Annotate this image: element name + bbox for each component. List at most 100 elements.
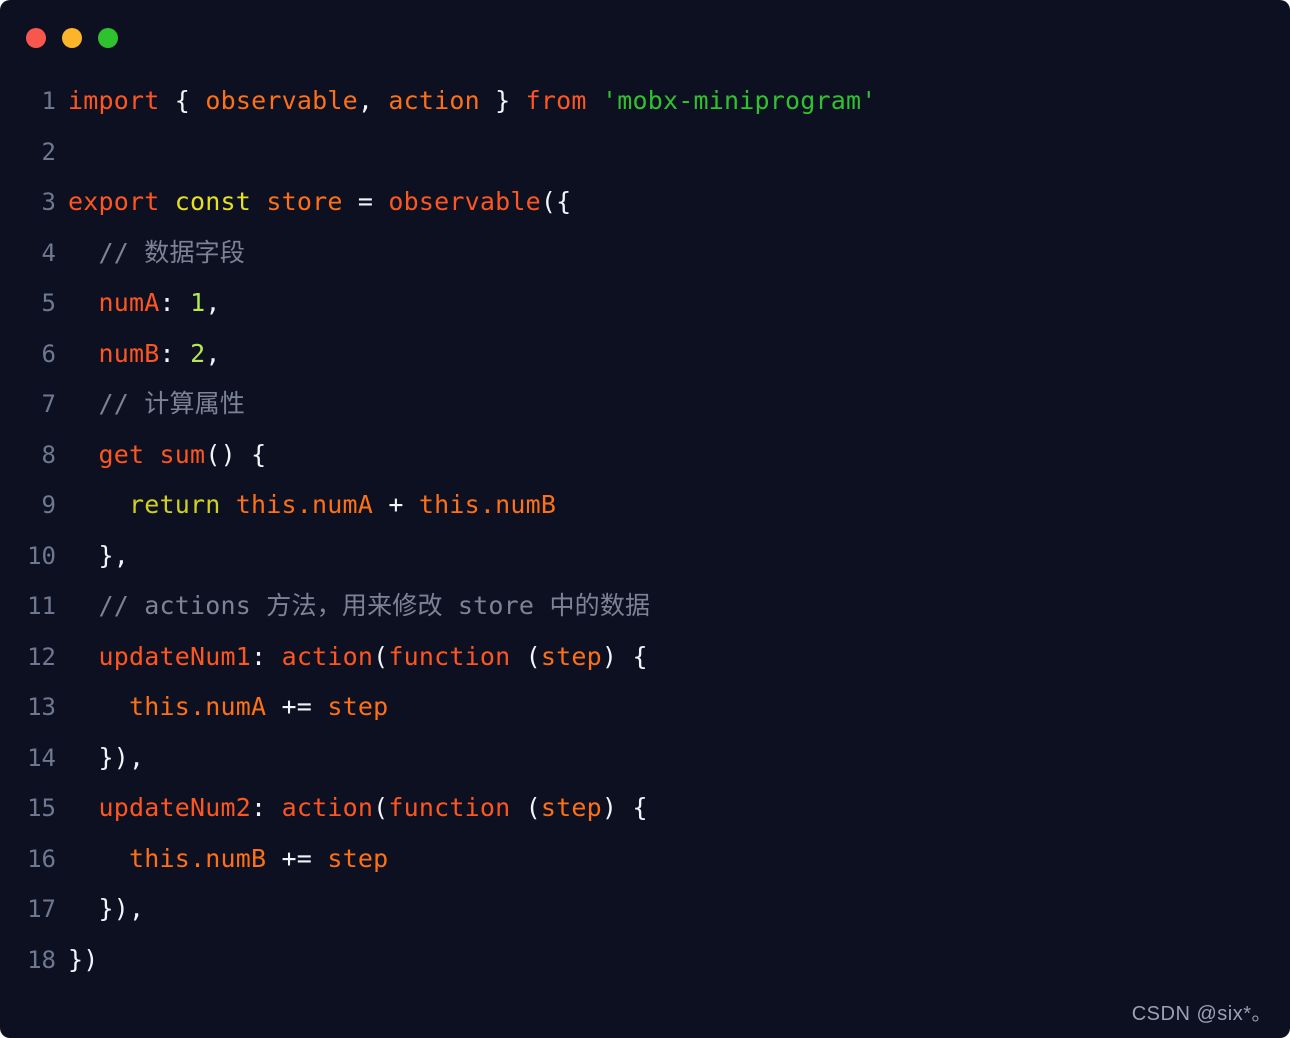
code-token: // actions 方法，用来修改 store 中的数据	[98, 591, 651, 620]
code-line[interactable]: 15 updateNum2: action(function (step) {	[6, 783, 1290, 834]
code-line[interactable]: 12 updateNum1: action(function (step) {	[6, 632, 1290, 683]
code-token: updateNum2	[98, 793, 252, 822]
code-line[interactable]: 8 get sum() {	[6, 430, 1290, 481]
code-token: step	[327, 692, 389, 721]
code-token: })	[68, 944, 99, 974]
code-token: numB	[98, 338, 160, 368]
code-token: :	[159, 338, 175, 368]
code-line-content: },	[68, 531, 129, 582]
line-number: 17	[27, 895, 56, 923]
line-number: 5	[41, 289, 56, 317]
code-token: this.numB	[129, 843, 267, 873]
code-token: observable	[388, 187, 541, 216]
code-token: // 数据字段	[98, 237, 246, 267]
code-line[interactable]: 9 return this.numA + this.numB	[6, 480, 1290, 531]
code-token: this.numB	[418, 490, 557, 519]
code-token: return	[129, 490, 221, 519]
code-line-content: this.numB += step	[68, 834, 388, 885]
code-line[interactable]: 18})	[6, 935, 1290, 986]
maximize-button-icon[interactable]	[98, 28, 118, 48]
code-token: )	[601, 793, 618, 822]
code-token: function	[388, 641, 511, 671]
code-line[interactable]: 16 this.numB += step	[6, 834, 1290, 885]
code-line[interactable]: 10 },	[6, 531, 1290, 582]
code-token: this.numA	[235, 490, 374, 519]
code-token: (	[373, 641, 389, 671]
code-line[interactable]: 14 }),	[6, 733, 1290, 784]
code-token: {	[174, 86, 191, 115]
code-token: }	[495, 86, 511, 115]
code-token: 1	[190, 288, 206, 317]
line-number: 14	[27, 743, 56, 772]
code-line-content: })	[68, 935, 99, 986]
code-line[interactable]: 11 // actions 方法，用来修改 store 中的数据	[6, 581, 1290, 632]
code-token: const	[174, 187, 252, 216]
code-line[interactable]: 17 }),	[6, 884, 1290, 935]
line-number: 7	[41, 390, 56, 418]
minimize-button-icon[interactable]	[62, 28, 82, 48]
code-token: ,	[205, 288, 221, 317]
code-token: 2	[190, 338, 206, 368]
line-number: 13	[27, 693, 56, 721]
code-token: // 计算属性	[98, 389, 246, 418]
window-titlebar	[0, 0, 1290, 76]
line-number: 15	[27, 794, 56, 822]
code-token: :	[251, 641, 267, 671]
code-line[interactable]: 13 this.numA += step	[6, 682, 1290, 733]
line-number: 18	[27, 945, 56, 974]
code-token: }),	[98, 894, 145, 923]
code-token: action	[281, 641, 374, 671]
code-line[interactable]: 2	[6, 127, 1290, 178]
code-token: }),	[98, 742, 145, 772]
code-editor[interactable]: 1 import { observable, action } from 'mob…	[0, 76, 1290, 985]
code-line[interactable]: 6 numB: 2,	[6, 329, 1290, 380]
code-token: sum	[159, 439, 206, 469]
code-token: :	[159, 288, 175, 317]
code-line-content: import { observable, action } from 'mobx…	[68, 76, 876, 127]
line-number: 9	[41, 491, 56, 519]
code-line[interactable]: 1 import { observable, action } from 'mob…	[6, 76, 1290, 127]
code-line[interactable]: 4 // 数据字段	[6, 228, 1290, 279]
code-line-content: }),	[68, 733, 145, 784]
code-window: 1 import { observable, action } from 'mob…	[0, 0, 1290, 1038]
code-token: +	[388, 490, 404, 519]
code-token: updateNum1	[98, 641, 252, 671]
code-token: {	[251, 439, 267, 469]
code-token: ({	[540, 187, 572, 216]
code-token: action	[388, 86, 480, 115]
code-line[interactable]: 3 export const store = observable({	[6, 177, 1290, 228]
code-line-content: return this.numA + this.numB	[68, 480, 556, 531]
code-token: step	[327, 843, 389, 873]
code-line[interactable]: 7 // 计算属性	[6, 379, 1290, 430]
code-token: action	[281, 793, 374, 822]
close-button-icon[interactable]	[26, 28, 46, 48]
code-line-content: numB: 2,	[68, 329, 221, 380]
code-token: +=	[281, 843, 313, 873]
code-token: observable	[205, 86, 358, 115]
code-line[interactable]: 5 numA: 1,	[6, 278, 1290, 329]
line-number: 8	[41, 440, 56, 469]
code-line-content: // 计算属性	[68, 379, 245, 430]
